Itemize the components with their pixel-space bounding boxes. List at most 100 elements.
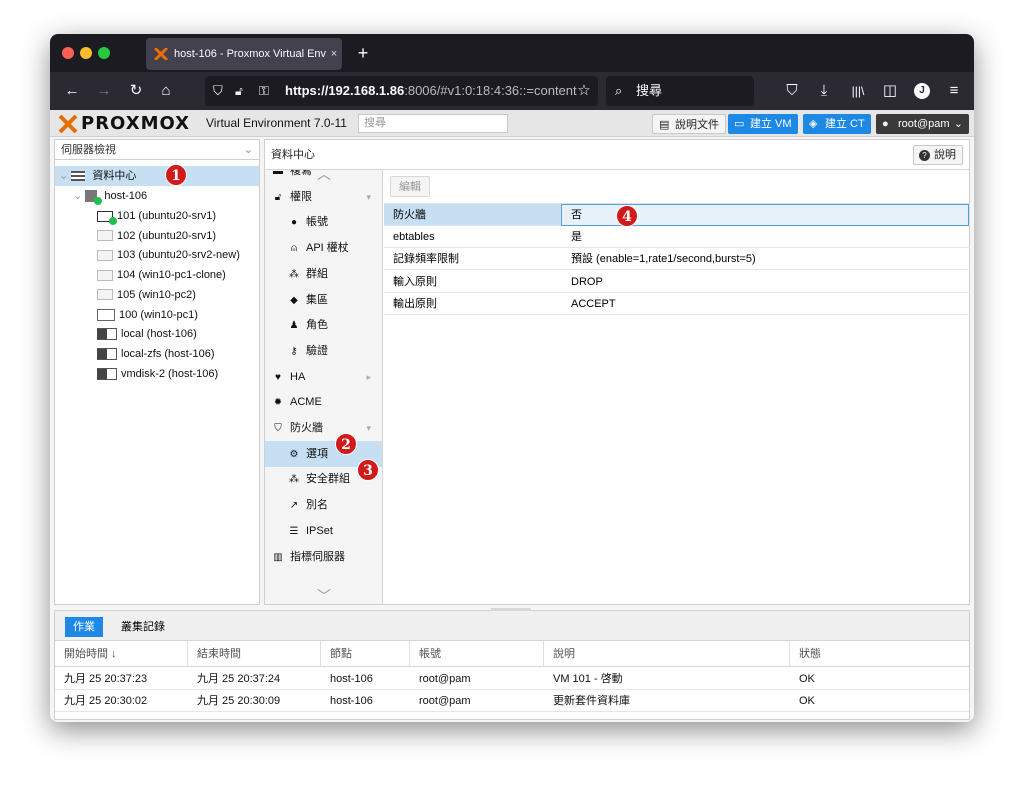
back-icon[interactable]: ← — [60, 79, 84, 103]
menu-item[interactable]: ▥ 指標伺服器 — [265, 544, 382, 570]
close-tab-icon[interactable]: × — [326, 48, 342, 60]
tree-node-host[interactable]: ⌄ host-106 — [73, 186, 147, 206]
tree-item[interactable]: local (host-106) — [97, 324, 197, 344]
profile-avatar[interactable]: J — [910, 79, 934, 103]
tree-item[interactable]: vmdisk-2 (host-106) — [97, 364, 218, 384]
tree-item[interactable]: 105 (win10-pc2) — [97, 285, 196, 305]
menu-icon[interactable]: ≡ — [942, 79, 966, 103]
new-tab-button[interactable]: + — [350, 40, 376, 66]
collapse-icon: ⌄ — [73, 190, 83, 202]
heartbeat-icon: ♥ — [275, 371, 281, 383]
create-ct-label: 建立 CT — [825, 118, 865, 130]
col-description[interactable]: 說明 — [544, 641, 790, 667]
annotation-badge-2: 2 — [335, 433, 357, 455]
lock-icon[interactable]: 🔓︎ — [235, 76, 243, 106]
menu-item[interactable]: ⛉ 防火牆 ▾ — [265, 415, 382, 441]
property-row[interactable]: 輸出原則 ACCEPT — [384, 293, 970, 315]
library-icon[interactable]: |||\ — [846, 79, 870, 103]
menu-item-label: IPSet — [306, 524, 333, 537]
edit-button[interactable]: 編輯 — [390, 176, 430, 197]
menu-item[interactable]: ⚷ 驗證 — [265, 338, 382, 364]
scroll-up-icon[interactable]: ︿ — [317, 170, 331, 184]
chevron-right-icon: ▸ — [366, 371, 371, 382]
menu-item[interactable]: ⍝ API 權杖 — [265, 235, 382, 261]
content-toolbar: 編輯 — [384, 170, 969, 204]
view-selector[interactable]: 伺服器檢視 ⌄ — [55, 140, 259, 160]
menu-item[interactable]: 🔓︎ 權限 ▾ — [265, 184, 382, 210]
tab-tasks[interactable]: 作業 — [65, 617, 103, 637]
help-button[interactable]: ? 說明 — [913, 145, 963, 165]
menu-item[interactable]: ● 帳號 — [265, 209, 382, 235]
tab-cluster-log[interactable]: 叢集記錄 — [113, 617, 173, 637]
docs-button[interactable]: ▤ 說明文件 — [652, 114, 726, 134]
home-icon[interactable]: ⌂ — [154, 79, 178, 103]
col-end-time[interactable]: 結束時間 — [188, 641, 321, 667]
create-vm-button[interactable]: ▭ 建立 VM — [728, 114, 798, 134]
url-bar[interactable]: ⛉ 🔓︎ ⚿ https://192.168.1.86:8006/#v1:0:1… — [205, 76, 598, 106]
col-status[interactable]: 狀態 — [790, 641, 969, 667]
resource-tree-panel: 伺服器檢視 ⌄ ⌄ 資料中心 ⌄ host-106 101 (ubuntu20-s… — [54, 139, 260, 605]
menu-item[interactable]: ⁂ 群組 — [265, 261, 382, 287]
reload-icon[interactable]: ↻ — [124, 79, 148, 103]
shield-icon[interactable]: ⛉ — [213, 76, 223, 106]
property-row[interactable]: 記錄頻率限制 預設 (enable=1,rate1/second,burst=5) — [384, 248, 970, 271]
close-window-button[interactable] — [62, 47, 74, 59]
user-icon: ● — [882, 118, 889, 130]
forward-icon[interactable]: → — [92, 79, 116, 103]
firewall-options-content: 編輯 防火牆 否 ebtables 是記錄頻率限制 預設 (enable=1,rate1… — [384, 170, 970, 604]
user-menu-button[interactable]: ● root@pam ⌄ — [876, 114, 969, 134]
cube-icon: ◈ — [809, 118, 818, 130]
tree-datacenter-label: 資料中心 — [92, 170, 137, 182]
create-ct-button[interactable]: ◈ 建立 CT — [803, 114, 871, 134]
tree-item[interactable]: 104 (win10-pc1-clone) — [97, 265, 226, 285]
tree-item[interactable]: local-zfs (host-106) — [97, 344, 215, 364]
vm-stopped-icon — [97, 289, 113, 301]
task-tabs: 作業 叢集記錄 — [55, 611, 969, 641]
menu-item[interactable]: ✹ ACME — [265, 389, 382, 415]
tree-item-label: 102 (ubuntu20-srv1) — [117, 229, 217, 242]
datacenter-panel: 資料中心 ? 說明 ▬ 複寫 🔓︎ 權限 ▾ ● 帳號 ⍝ API 權杖 ⁂ 群組 ◆ 集區 ♟ 角色 ⚷ 驗證 ♥… — [264, 139, 970, 605]
menu-item[interactable]: ◆ 集區 — [265, 287, 382, 313]
menu-item-label: 驗證 — [306, 344, 328, 357]
task-row[interactable]: 九月 25 20:30:02 九月 25 20:30:09 host-106 root… — [55, 690, 969, 712]
menu-item[interactable]: ♥ HA ▸ — [265, 364, 382, 390]
tree-item[interactable]: 103 (ubuntu20-srv2-new) — [97, 245, 240, 265]
bookmark-star-icon[interactable]: ☆ — [572, 79, 596, 103]
key-icon[interactable]: ⚿ — [259, 76, 269, 106]
chevron-down-icon: ⌄ — [243, 144, 253, 156]
property-row[interactable]: ebtables 是 — [384, 226, 970, 249]
property-row[interactable]: 防火牆 否 — [384, 204, 970, 226]
menu-item-label: 複寫 — [290, 170, 312, 177]
download-icon[interactable]: ⤓ — [812, 79, 836, 103]
token-icon: ⍝ — [291, 243, 297, 255]
pve-search-placeholder: 搜尋 — [364, 117, 386, 129]
url-host: https://192.168.1.86 — [285, 83, 405, 98]
chevron-down-icon: ▾ — [366, 423, 371, 433]
pve-search-input[interactable]: 搜尋 — [358, 114, 508, 133]
browser-search-bar[interactable]: ⌕ 搜尋 — [606, 76, 754, 106]
pocket-icon[interactable]: ⛉ — [780, 79, 804, 103]
col-user[interactable]: 帳號 — [410, 641, 544, 667]
storage-icon — [97, 328, 117, 341]
menu-item[interactable]: ↗ 別名 — [265, 492, 382, 518]
tags-icon: ◆ — [290, 294, 298, 306]
browser-tab[interactable]: host-106 - Proxmox Virtual Envir × — [146, 38, 342, 70]
minimize-window-button[interactable] — [80, 47, 92, 59]
menu-item[interactable]: ☰ IPSet — [265, 518, 382, 544]
zoom-window-button[interactable] — [98, 47, 110, 59]
property-row[interactable]: 輸入原則 DROP — [384, 271, 970, 293]
tree-item[interactable]: 101 (ubuntu20-srv1) — [97, 206, 216, 226]
search-icon: ⌕ — [615, 83, 623, 98]
tree-item[interactable]: 100 (win10-pc1) — [97, 305, 198, 325]
view-selector-label: 伺服器檢視 — [61, 144, 116, 156]
col-node[interactable]: 節點 — [321, 641, 410, 667]
task-row[interactable]: 九月 25 20:37:23 九月 25 20:37:24 host-106 root… — [55, 668, 969, 690]
scroll-down-icon[interactable]: ﹀ — [317, 586, 331, 604]
collapse-icon: ⌄ — [59, 170, 69, 182]
menu-item[interactable]: ♟ 角色 — [265, 312, 382, 338]
external-link-icon: ↗ — [289, 500, 299, 512]
tree-item[interactable]: 102 (ubuntu20-srv1) — [97, 226, 216, 246]
tree-datacenter[interactable]: ⌄ 資料中心 — [55, 166, 259, 186]
sidebar-toggle-icon[interactable]: ◫ — [878, 79, 902, 103]
col-start-time[interactable]: 開始時間 ↓ — [55, 641, 188, 667]
